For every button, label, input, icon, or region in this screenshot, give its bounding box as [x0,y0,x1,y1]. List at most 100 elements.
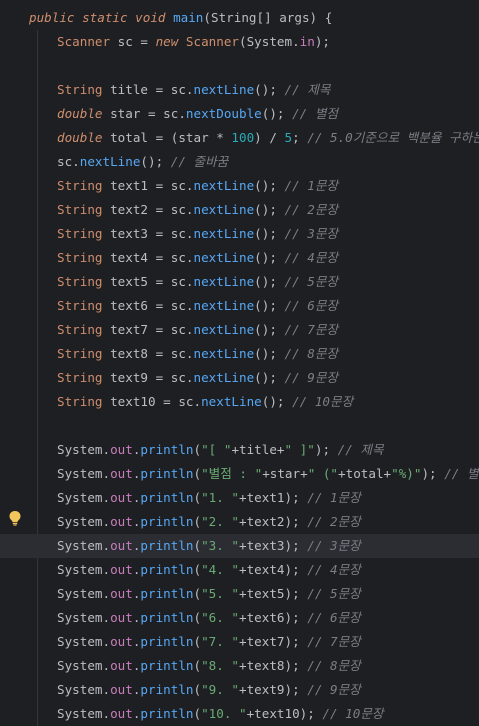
code-text: System.out.println("6. "+text6); // 6문장 [57,606,361,630]
code-text: public static void main(String[] args) { [29,6,332,30]
code-text: System.out.println("9. "+text9); // 9문장 [57,678,361,702]
code-token: +text5); [239,586,308,601]
code-token: println [140,682,194,697]
code-token: System. [57,706,111,721]
code-line[interactable]: double total = (star * 100) / 5; // 5.0기… [0,126,479,150]
code-token: // 4문장 [284,250,339,265]
code-token: ( [193,538,202,553]
code-token: // 9문장 [284,370,339,385]
lightbulb-icon[interactable] [8,510,22,526]
code-token: String [57,82,103,97]
code-token: println [140,490,194,505]
code-token: +text4); [239,562,308,577]
code-line[interactable]: String text9 = sc.nextLine(); // 9문장 [0,366,479,390]
code-token: ( [193,682,202,697]
code-token: text4 = sc. [102,250,194,265]
code-token: nextLine [201,394,262,409]
code-token: println [140,634,194,649]
code-token: nextLine [193,298,255,313]
code-token: "10. " [201,706,247,721]
code-line[interactable]: String text7 = sc.nextLine(); // 7문장 [0,318,479,342]
code-token: // 1문장 [284,178,339,193]
code-line[interactable]: double star = sc.nextDouble(); // 별점 [0,102,479,126]
code-line[interactable]: String text1 = sc.nextLine(); // 1문장 [0,174,479,198]
code-token: (String[] args) { [203,10,333,25]
code-token: println [140,538,194,553]
code-line[interactable]: String text6 = sc.nextLine(); // 6문장 [0,294,479,318]
code-token: +text7); [239,634,308,649]
code-token: System. [57,634,111,649]
code-line[interactable]: String text8 = sc.nextLine(); // 8문장 [0,342,479,366]
code-token: System. [57,682,111,697]
code-token: out [110,562,133,577]
code-token: "7. " [201,634,240,649]
code-token: Scanner [185,34,239,49]
code-text: System.out.println("1. "+text1); // 1문장 [57,486,361,510]
code-token: (); [254,274,285,289]
code-token: ) / [254,130,285,145]
code-text: String text10 = sc.nextLine(); // 10문장 [57,390,353,414]
code-text: String text8 = sc.nextLine(); // 8문장 [57,342,338,366]
code-token: ( [193,610,202,625]
code-token: (); [254,250,285,265]
code-editor[interactable]: public static void main(String[] args) {… [0,0,479,726]
code-token: System. [57,658,111,673]
code-line[interactable]: System.out.println("7. "+text7); // 7문장 [0,630,479,654]
code-token: (); [254,202,285,217]
code-token: text8 = sc. [102,346,194,361]
code-token: String [57,394,103,409]
code-line[interactable]: Scanner sc = new Scanner(System.in); [0,30,479,54]
code-line[interactable]: sc.nextLine(); // 줄바꿈 [0,150,479,174]
code-line[interactable]: System.out.println("1. "+text1); // 1문장 [0,486,479,510]
code-line[interactable]: String text3 = sc.nextLine(); // 3문장 [0,222,479,246]
code-line[interactable]: String title = sc.nextLine(); // 제목 [0,78,479,102]
code-token: ( [193,466,202,481]
code-text: System.out.println("7. "+text7); // 7문장 [57,630,361,654]
code-token: // 2문장 [284,202,339,217]
code-token: text3 = sc. [102,226,194,241]
code-line[interactable]: public static void main(String[] args) { [0,6,479,30]
code-token: text10 = sc. [102,394,202,409]
code-token: // 1문장 [307,490,361,505]
code-line[interactable] [0,414,479,438]
code-token: +total+ [338,466,392,481]
code-line[interactable]: System.out.println("3. "+text3); // 3문장 [0,534,479,558]
code-token: nextLine [193,178,255,193]
code-line[interactable]: System.out.println("5. "+text5); // 5문장 [0,582,479,606]
code-line[interactable]: System.out.println("별점 : "+star+" ("+tot… [0,462,479,486]
code-token: String [57,346,103,361]
code-token: println [140,658,194,673]
code-token: sc = [110,34,156,49]
code-token: double [57,106,111,121]
code-token: ); [314,34,331,49]
code-line[interactable]: System.out.println("[ "+title+" ]"); // … [0,438,479,462]
code-token: (); [140,154,171,169]
code-line[interactable]: System.out.println("9. "+text9); // 9문장 [0,678,479,702]
code-token: +text3); [239,538,308,553]
code-line[interactable]: String text10 = sc.nextLine(); // 10문장 [0,390,479,414]
code-text: sc.nextLine(); // 줄바꿈 [57,150,228,174]
code-token: // 6문장 [284,298,339,313]
code-token: String [57,274,103,289]
code-line[interactable]: System.out.println("8. "+text8); // 8문장 [0,654,479,678]
code-line[interactable]: System.out.println("10. "+text10); // 10… [0,702,479,726]
code-line[interactable] [0,54,479,78]
code-line[interactable]: System.out.println("4. "+text4); // 4문장 [0,558,479,582]
code-token: new [155,34,186,49]
code-line[interactable]: String text2 = sc.nextLine(); // 2문장 [0,198,479,222]
code-token: nextLine [193,82,255,97]
code-token: // 8문장 [284,346,339,361]
code-text: String text6 = sc.nextLine(); // 6문장 [57,294,338,318]
code-token: Scanner [57,34,111,49]
code-token: // 7문장 [284,322,339,337]
code-line[interactable]: String text5 = sc.nextLine(); // 5문장 [0,270,479,294]
code-token: out [110,658,133,673]
code-token: // 별점 [292,106,338,121]
code-line[interactable]: String text4 = sc.nextLine(); // 4문장 [0,246,479,270]
code-line[interactable]: System.out.println("2. "+text2); // 2문장 [0,510,479,534]
code-token: nextLine [79,154,141,169]
code-token: nextLine [193,226,255,241]
code-line[interactable]: System.out.println("6. "+text6); // 6문장 [0,606,479,630]
code-token: String [57,202,103,217]
code-token: System. [57,562,111,577]
